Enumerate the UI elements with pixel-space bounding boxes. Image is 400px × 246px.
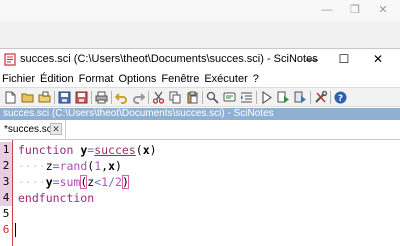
line-number-gutter: 1 2 3 4 5 6 — [0, 140, 13, 246]
close-button[interactable]: ✕ — [366, 51, 390, 68]
toolbar-separator — [202, 91, 203, 104]
background-minimize-icon[interactable]: — — [316, 2, 338, 18]
toolbar-separator — [148, 91, 149, 104]
indent-icon[interactable] — [239, 90, 254, 105]
variable: y — [45, 175, 53, 189]
line-number: 5 — [2, 207, 10, 220]
number: 2 — [115, 175, 122, 189]
tools-icon[interactable] — [313, 90, 328, 105]
code-line-1: function y=succes(x) — [18, 142, 157, 158]
matched-paren-close: ) — [121, 175, 129, 189]
keyword: function — [18, 143, 74, 157]
menu-fenetre[interactable]: Fenêtre — [159, 73, 201, 85]
background-close-icon[interactable]: ✕ — [372, 2, 394, 18]
line-number: 2 — [0, 158, 12, 174]
toolbar-separator — [91, 91, 92, 104]
document-path: succes.sci (C:\Users\theot\Documents\suc… — [3, 108, 274, 119]
menu-bar: Fichier Édition Format Options Fenêtre E… — [0, 71, 400, 87]
maximize-button[interactable]: ☐ — [332, 51, 356, 68]
menu-edition[interactable]: Édition — [38, 73, 76, 85]
toolbar: ? — [0, 87, 400, 107]
save-as-icon[interactable] — [74, 90, 89, 105]
new-file-icon[interactable] — [3, 90, 18, 105]
line-number: 6 — [2, 223, 10, 236]
copy-icon[interactable] — [168, 90, 183, 105]
background-restore-icon[interactable]: ❐ — [344, 2, 366, 18]
menu-fichier[interactable]: Fichier — [0, 73, 37, 85]
paren: ( — [135, 143, 143, 157]
scinotes-window: succes.sci (C:\Users\theot\Documents\suc… — [0, 48, 400, 246]
code-line-2: ····z=rand(1,x) — [18, 158, 122, 174]
document-path-bar: succes.sci (C:\Users\theot\Documents\suc… — [0, 108, 400, 120]
paren: ) — [115, 159, 122, 173]
toolbar-separator — [310, 91, 311, 104]
minimize-button[interactable]: — — [300, 51, 324, 68]
builtin-function: sum — [59, 175, 81, 189]
tab-close-icon[interactable]: ✕ — [50, 123, 62, 135]
svg-text:?: ? — [338, 94, 343, 104]
menu-help[interactable]: ? — [251, 73, 261, 85]
execute-selection-icon[interactable] — [293, 90, 308, 105]
window-title: succes.sci (C:\Users\theot\Documents\suc… — [20, 53, 318, 65]
line-number: 1 — [0, 142, 12, 158]
variable: z — [45, 159, 53, 173]
execute-file-icon[interactable] — [276, 90, 291, 105]
cut-icon[interactable] — [151, 90, 166, 105]
toolbar-separator — [330, 91, 331, 104]
operator: = — [52, 175, 60, 189]
builtin-function: rand — [59, 159, 88, 173]
execute-icon[interactable] — [259, 90, 274, 105]
function-name: succes — [94, 143, 136, 157]
indent-dots: ···· — [18, 159, 46, 173]
text-caret — [15, 223, 16, 237]
tab-strip: *succes.sci ✕ — [0, 120, 400, 139]
code-line-4: endfunction — [18, 190, 94, 206]
print-icon[interactable] — [94, 90, 109, 105]
operator: / — [108, 175, 116, 189]
toolbar-separator — [54, 91, 55, 104]
menu-options[interactable]: Options — [117, 73, 159, 85]
paren: ) — [149, 143, 157, 157]
menu-format[interactable]: Format — [77, 73, 116, 85]
menu-executer[interactable]: Exécuter — [202, 73, 249, 85]
toolbar-separator — [111, 91, 112, 104]
toolbar-separator — [256, 91, 257, 104]
save-icon[interactable] — [57, 90, 72, 105]
code-line-3: ····y=sum(z<1/2) — [18, 174, 129, 190]
indent-dots: ···· — [18, 175, 46, 189]
open-folder-icon[interactable] — [20, 90, 35, 105]
search-replace-icon[interactable] — [205, 90, 220, 105]
line-number: 3 — [0, 174, 12, 190]
undo-icon[interactable] — [114, 90, 129, 105]
paste-icon[interactable] — [185, 90, 200, 105]
keyword: endfunction — [18, 191, 95, 205]
tab-label: *succes.sci — [4, 124, 55, 135]
window-titlebar: succes.sci (C:\Users\theot\Documents\suc… — [0, 49, 400, 70]
tab-succes-sci[interactable]: *succes.sci ✕ — [0, 120, 66, 139]
variable: x — [108, 159, 116, 173]
open-file-icon[interactable] — [37, 90, 52, 105]
line-number: 4 — [0, 190, 12, 206]
help-icon[interactable]: ? — [333, 90, 348, 105]
background-window-titlebar: — ❐ ✕ — [0, 0, 400, 22]
variable: x — [142, 143, 150, 157]
comment-icon[interactable] — [222, 90, 237, 105]
code-editor[interactable]: 1 2 3 4 5 6 function y=succes(x) ····z=r… — [0, 139, 400, 246]
redo-icon[interactable] — [131, 90, 146, 105]
operator: = — [52, 159, 60, 173]
scinotes-app-icon — [4, 53, 16, 66]
